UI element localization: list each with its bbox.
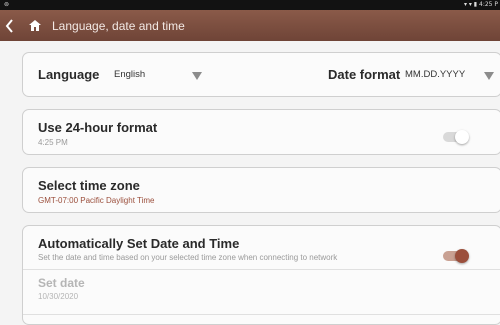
- timezone-value: GMT-07:00 Pacific Daylight Time: [38, 196, 155, 205]
- chevron-left-icon: [5, 18, 13, 33]
- back-button[interactable]: [0, 10, 20, 41]
- date-format-dropdown-arrow-icon[interactable]: [483, 68, 495, 86]
- date-format-dropdown[interactable]: MM.DD.YYYY: [405, 69, 465, 80]
- auto-datetime-card: Automatically Set Date and Time Set the …: [22, 225, 500, 325]
- auto-datetime-toggle[interactable]: [443, 249, 469, 263]
- hour24-title: Use 24-hour format: [38, 120, 158, 135]
- auto-datetime-title: Automatically Set Date and Time: [38, 236, 240, 251]
- hour24-subtitle: 4:25 PM: [38, 138, 68, 147]
- home-button[interactable]: [20, 10, 50, 41]
- language-dateformat-card: Language English Date format MM.DD.YYYY: [22, 52, 500, 97]
- timezone-title: Select time zone: [38, 178, 140, 193]
- page-title: Language, date and time: [52, 18, 185, 33]
- toggle-knob: [455, 130, 469, 144]
- language-dropdown[interactable]: English: [114, 69, 145, 80]
- status-right-info: ▾ ▾ ▮ 4:25 P: [463, 1, 498, 8]
- date-format-label: Date format: [328, 67, 401, 82]
- set-date-value: 10/30/2020: [38, 292, 79, 301]
- divider: [23, 269, 500, 270]
- timezone-setting[interactable]: Select time zone GMT-07:00 Pacific Dayli…: [22, 167, 500, 213]
- toggle-knob: [455, 249, 469, 263]
- home-icon: [29, 20, 41, 31]
- divider: [23, 314, 500, 315]
- language-dropdown-arrow-icon[interactable]: [191, 68, 203, 86]
- auto-datetime-subtitle: Set the date and time based on your sele…: [38, 253, 338, 262]
- status-bar: ⊚ ▾ ▾ ▮ 4:25 P: [0, 0, 500, 10]
- hour24-setting[interactable]: Use 24-hour format 4:25 PM: [22, 109, 500, 155]
- status-left-icon: ⊚: [4, 1, 10, 8]
- language-label: Language: [38, 67, 100, 82]
- title-bar: Language, date and time: [0, 10, 500, 41]
- set-date-label: Set date: [38, 276, 85, 290]
- hour24-toggle[interactable]: [443, 130, 469, 144]
